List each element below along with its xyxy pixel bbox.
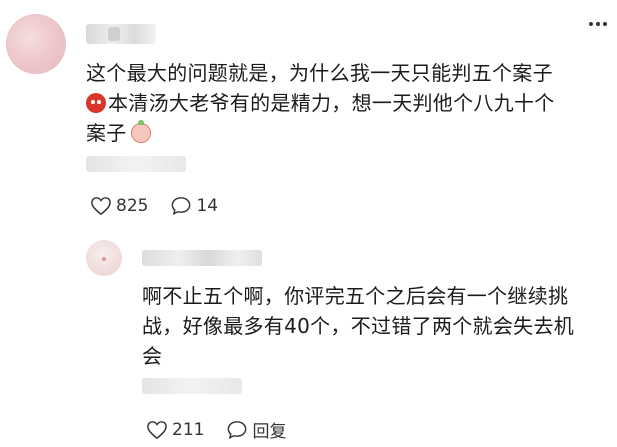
comment-meta-blurred xyxy=(86,156,186,172)
comment-line-2: 本清汤大老爷有的是精力，想一天判他个八九十个 xyxy=(86,88,596,118)
like-count: 825 xyxy=(116,196,149,216)
reply-body: 啊不止五个啊，你评完五个之后会有一个继续挑 战，好像最多有40个，不过错了两个就… xyxy=(142,281,602,371)
reply-count: 14 xyxy=(196,196,219,216)
comment-bubble-icon xyxy=(228,420,247,439)
reply-line-1: 啊不止五个啊，你评完五个之后会有一个继续挑 xyxy=(142,284,569,308)
reply-meta-blurred xyxy=(142,378,242,394)
angry-face-emoji-icon xyxy=(86,93,106,113)
comment-actions: 825 14 xyxy=(90,196,240,216)
comment-line-3: 案子 xyxy=(86,118,596,148)
reply-label: 回复 xyxy=(252,422,287,442)
reply-actions: 211 回复 xyxy=(146,417,308,442)
comment-button[interactable]: 14 xyxy=(170,196,218,216)
reply-name-blurred[interactable] xyxy=(142,250,262,266)
more-dots-icon[interactable] xyxy=(589,22,607,26)
heart-icon xyxy=(147,420,167,439)
reply-avatar-detail xyxy=(102,257,106,261)
like-button[interactable]: 825 xyxy=(90,196,148,216)
reply-like-count: 211 xyxy=(172,419,205,440)
comment-bubble-icon xyxy=(172,197,191,216)
comment-line-1: 这个最大的问题就是，为什么我一天只能判五个案子 xyxy=(86,61,553,85)
commenter-avatar[interactable] xyxy=(6,14,66,74)
heart-icon xyxy=(91,197,111,216)
reply-line-3: 会 xyxy=(142,344,163,368)
peach-emoji-icon xyxy=(130,120,151,143)
commenter-name-blurred-accent xyxy=(108,27,120,41)
reply-like-button[interactable]: 211 xyxy=(146,420,204,440)
comment-body: 这个最大的问题就是，为什么我一天只能判五个案子 本清汤大老爷有的是精力，想一天判… xyxy=(86,58,596,148)
reply-line-2: 战，好像最多有40个，不过错了两个就会失去机 xyxy=(142,314,575,338)
commenter-name-blurred[interactable] xyxy=(86,24,156,44)
reply-button[interactable]: 回复 xyxy=(226,417,286,442)
